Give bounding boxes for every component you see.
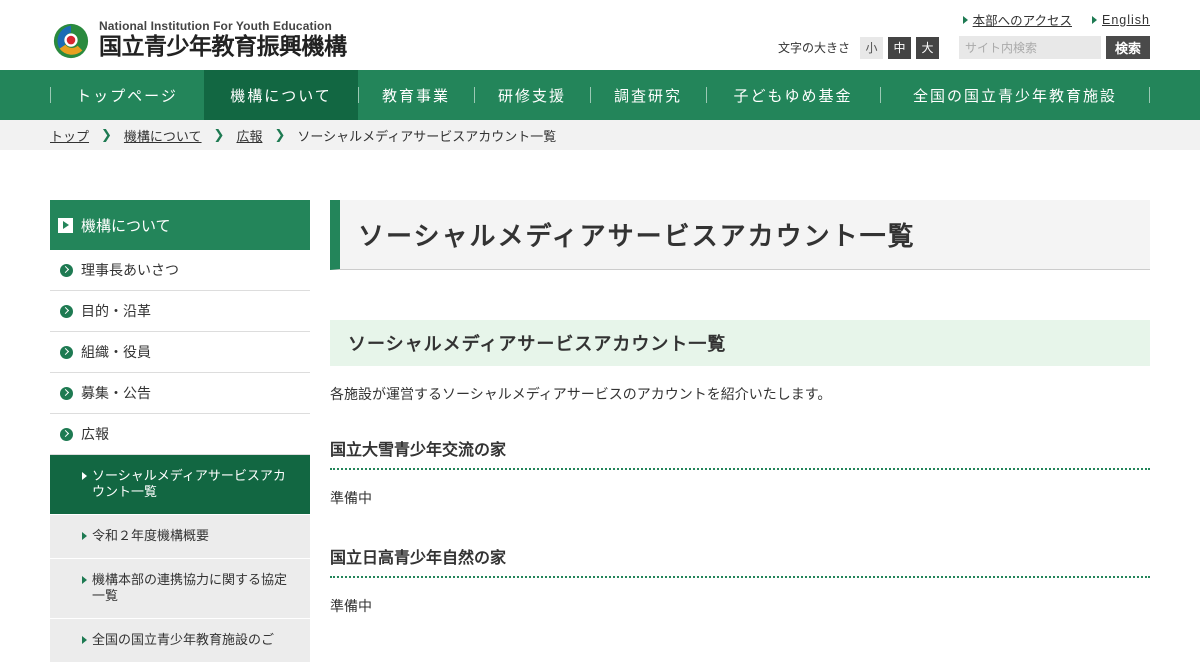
sidebar-item-label: 理事長あいさつ xyxy=(81,263,179,279)
arrow-right-icon xyxy=(1092,15,1097,24)
circle-chevron-icon xyxy=(60,386,73,400)
chevron-right-icon: ❯ xyxy=(213,127,225,143)
sidebar-item-greeting[interactable]: 理事長あいさつ xyxy=(50,250,310,291)
play-box-icon xyxy=(58,217,73,233)
main-content: ソーシャルメディアサービスアカウント一覧 ソーシャルメディアサービスアカウント一… xyxy=(330,200,1150,616)
sidebar-subitem-label: 機構本部の連携協力に関する協定一覧 xyxy=(92,573,288,604)
sidebar-heading-label: 機構について xyxy=(81,216,171,235)
gnav-top-page[interactable]: トップページ xyxy=(50,70,204,120)
logo-japanese-name: 国立青少年教育振興機構 xyxy=(99,34,347,60)
arrow-right-icon xyxy=(82,636,87,644)
sidebar-item-label: 広報 xyxy=(81,427,109,443)
facility-heading: 国立日高青少年自然の家 xyxy=(330,544,1150,578)
sidebar-item-history[interactable]: 目的・沿革 xyxy=(50,291,310,332)
arrow-right-icon xyxy=(82,576,87,584)
gnav-facilities[interactable]: 全国の国立青少年教育施設 xyxy=(880,70,1150,120)
gnav-about[interactable]: 機構について xyxy=(204,70,358,120)
search-button[interactable]: 検索 xyxy=(1106,36,1150,59)
circle-chevron-icon xyxy=(60,345,73,359)
sidebar-item-label: 目的・沿革 xyxy=(81,304,151,320)
sidebar-subitem-label: 令和２年度機構概要 xyxy=(92,529,210,544)
arrow-right-icon xyxy=(962,15,968,24)
intro-text: 各施設が運営するソーシャルメディアサービスのアカウントを紹介いたします。 xyxy=(330,387,832,403)
chevron-right-icon: ❯ xyxy=(274,127,286,143)
sidebar-item-organization[interactable]: 組織・役員 xyxy=(50,332,310,373)
sidebar-subitem-overview[interactable]: 令和２年度機構概要 xyxy=(50,515,310,559)
header-controls: 文字の大きさ 小 中 大 検索 xyxy=(778,36,1150,59)
breadcrumb-current: ソーシャルメディアサービスアカウント一覧 xyxy=(297,129,557,145)
header-links: 本部へのアクセス English xyxy=(962,10,1150,29)
site-header: National Institution For Youth Education… xyxy=(0,0,1200,70)
font-size-medium-button[interactable]: 中 xyxy=(888,36,911,59)
logo-english-name: National Institution For Youth Education xyxy=(99,19,332,33)
gnav-training-support[interactable]: 研修支援 xyxy=(474,70,590,120)
breadcrumb: トップ ❯ 機構について ❯ 広報 ❯ ソーシャルメディアサービスアカウント一覧 xyxy=(0,120,1200,150)
global-nav: トップページ 機構について 教育事業 研修支援 調査研究 子どもゆめ基金 全国の… xyxy=(0,70,1200,120)
logo-mark-icon xyxy=(53,23,89,58)
sidebar-subitem-agreements[interactable]: 機構本部の連携協力に関する協定一覧 xyxy=(50,559,310,619)
facility-status: 準備中 xyxy=(330,491,372,507)
sidebar-subitem-social-media[interactable]: ソーシャルメディアサービスアカウント一覧 xyxy=(50,455,310,515)
circle-chevron-icon xyxy=(60,427,73,441)
sidebar: 機構について 理事長あいさつ 目的・沿革 組織・役員 募集・公告 広報 ソーシャ… xyxy=(50,200,310,663)
breadcrumb-about[interactable]: 機構について xyxy=(124,126,202,145)
sidebar-item-label: 募集・公告 xyxy=(81,386,151,402)
access-link-label: 本部へのアクセス xyxy=(972,13,1072,28)
facility-status: 準備中 xyxy=(330,599,372,615)
page-title: ソーシャルメディアサービスアカウント一覧 xyxy=(330,200,1150,270)
breadcrumb-pr[interactable]: 広報 xyxy=(236,126,262,145)
site-search-input[interactable] xyxy=(959,36,1101,59)
font-size-small-button[interactable]: 小 xyxy=(860,36,883,59)
gnav-research[interactable]: 調査研究 xyxy=(590,70,706,120)
sidebar-subitem-facilities[interactable]: 全国の国立青少年教育施設のご xyxy=(50,619,310,663)
arrow-right-icon xyxy=(82,472,87,480)
gnav-dream-fund[interactable]: 子どもゆめ基金 xyxy=(706,70,880,120)
section-title: ソーシャルメディアサービスアカウント一覧 xyxy=(330,320,1150,366)
sidebar-item-label: 組織・役員 xyxy=(81,345,151,361)
sidebar-item-pr[interactable]: 広報 xyxy=(50,414,310,455)
english-link[interactable]: English xyxy=(1092,10,1150,29)
sidebar-subitem-label: ソーシャルメディアサービスアカウント一覧 xyxy=(92,469,286,500)
access-link[interactable]: 本部へのアクセス xyxy=(962,10,1072,29)
chevron-right-icon: ❯ xyxy=(101,127,112,143)
arrow-right-icon xyxy=(82,532,87,540)
facility-heading: 国立大雪青少年交流の家 xyxy=(330,436,1150,470)
circle-chevron-icon xyxy=(60,263,73,277)
sidebar-heading[interactable]: 機構について xyxy=(50,200,310,250)
font-size-label: 文字の大きさ xyxy=(777,41,850,55)
breadcrumb-top[interactable]: トップ xyxy=(50,126,89,145)
font-size-large-button[interactable]: 大 xyxy=(916,36,939,59)
sidebar-item-recruitment[interactable]: 募集・公告 xyxy=(50,373,310,414)
sidebar-subitem-label: 全国の国立青少年教育施設のご xyxy=(92,633,275,648)
site-logo[interactable]: National Institution For Youth Education… xyxy=(52,20,347,61)
circle-chevron-icon xyxy=(60,304,73,318)
english-link-label: English xyxy=(1102,12,1150,27)
gnav-education[interactable]: 教育事業 xyxy=(358,70,474,120)
